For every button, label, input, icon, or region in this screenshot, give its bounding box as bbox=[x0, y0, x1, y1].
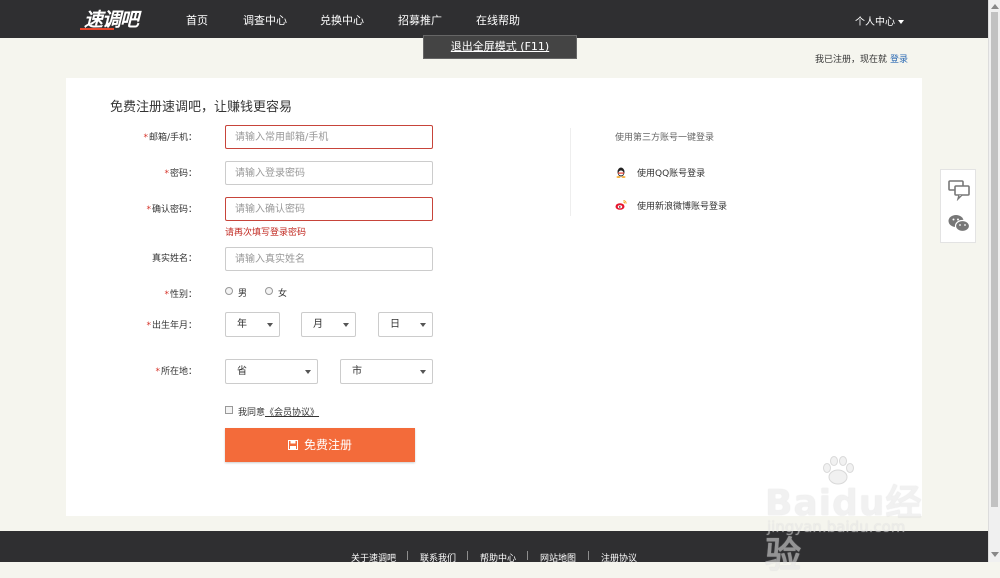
required-mark: * bbox=[155, 367, 160, 377]
register-submit-label: 免费注册 bbox=[303, 438, 352, 452]
wechat-icon[interactable] bbox=[947, 211, 971, 235]
member-agreement-link[interactable]: 《会员协议》 bbox=[265, 408, 319, 418]
email-label-text: 邮箱/手机： bbox=[148, 133, 197, 143]
footer-separator: | bbox=[406, 551, 410, 561]
footer-link-about[interactable]: 关于速调吧 bbox=[351, 551, 396, 564]
dropdown-arrow-icon bbox=[343, 323, 349, 327]
nav-item-recruit[interactable]: 招募推广 bbox=[398, 12, 442, 28]
province-value: 省 bbox=[237, 366, 247, 377]
gender-male-label[interactable]: 男 bbox=[238, 286, 247, 299]
location-label: *所在地： bbox=[97, 364, 197, 377]
gender-female-label[interactable]: 女 bbox=[278, 286, 287, 299]
footer-separator: | bbox=[466, 551, 470, 561]
scroll-up-arrow-icon[interactable] bbox=[991, 4, 999, 9]
city-value: 市 bbox=[352, 366, 362, 377]
gender-female-radio[interactable] bbox=[265, 287, 273, 295]
birth-year-value: 年 bbox=[237, 319, 247, 330]
agree-label: 我同意 bbox=[238, 408, 266, 418]
page-title: 免费注册速调吧，让赚钱更容易 bbox=[110, 100, 293, 115]
login-hint-text: 我已注册，现在就 bbox=[815, 55, 888, 65]
location-label-text: 所在地： bbox=[160, 367, 197, 377]
password-label-text: 密码： bbox=[169, 169, 197, 179]
birth-label-text: 出生年月： bbox=[151, 321, 197, 331]
gender-label-text: 性别： bbox=[169, 290, 197, 300]
realname-label: 真实姓名： bbox=[151, 254, 197, 264]
confirm-password-field[interactable] bbox=[225, 197, 433, 221]
weibo-login-link[interactable]: 使用新浪微博账号登录 bbox=[615, 199, 727, 212]
password-field[interactable] bbox=[225, 161, 433, 185]
qq-icon bbox=[616, 167, 626, 178]
city-select[interactable]: 市 bbox=[340, 359, 433, 384]
confirm-password-label: *确认密码： bbox=[97, 202, 197, 215]
email-field[interactable] bbox=[225, 125, 433, 149]
site-logo[interactable]: 速调吧 bbox=[80, 4, 156, 32]
footer-separator: | bbox=[587, 551, 591, 561]
confirm-password-label-text: 确认密码： bbox=[151, 205, 197, 215]
save-icon bbox=[287, 440, 298, 450]
agree-text: 我同意《会员协议》 bbox=[238, 405, 319, 418]
birth-year-select[interactable]: 年 bbox=[225, 312, 280, 337]
logo-accent-bar bbox=[80, 28, 114, 30]
footer-separator: | bbox=[526, 551, 530, 561]
birth-month-select[interactable]: 月 bbox=[301, 312, 356, 337]
footer-link-sitemap[interactable]: 网站地图 bbox=[540, 551, 576, 564]
birth-month-value: 月 bbox=[313, 319, 323, 330]
feedback-icon[interactable] bbox=[947, 177, 971, 201]
user-center-menu[interactable]: 个人中心 bbox=[855, 13, 904, 28]
footer-link-help[interactable]: 帮助中心 bbox=[480, 551, 516, 564]
required-mark: * bbox=[146, 205, 151, 215]
dropdown-arrow-icon bbox=[420, 323, 426, 327]
watermark-url: jingyan.baidu.com bbox=[767, 518, 906, 536]
nav-item-survey[interactable]: 调查中心 bbox=[243, 12, 287, 28]
agree-checkbox[interactable] bbox=[225, 406, 233, 414]
scroll-down-arrow-icon[interactable] bbox=[991, 552, 999, 557]
province-select[interactable]: 省 bbox=[225, 359, 318, 384]
side-toolbar bbox=[940, 169, 976, 243]
dropdown-arrow-icon bbox=[420, 370, 426, 374]
register-submit-button[interactable]: 免费注册 bbox=[225, 428, 415, 462]
nav-item-home[interactable]: 首页 bbox=[186, 12, 208, 28]
password-label: *密码： bbox=[97, 166, 197, 179]
realname-field[interactable] bbox=[225, 247, 433, 271]
scroll-thumb[interactable] bbox=[991, 12, 998, 507]
dropdown-arrow-icon bbox=[305, 370, 311, 374]
vertical-scrollbar[interactable] bbox=[988, 0, 1000, 562]
weibo-login-label: 使用新浪微博账号登录 bbox=[637, 202, 728, 212]
confirm-password-error: 请再次填写登录密码 bbox=[225, 228, 307, 238]
gender-label: *性别： bbox=[97, 287, 197, 300]
baidu-watermark: Baidu经验 jingyan.baidu.com bbox=[765, 456, 945, 576]
chevron-down-icon bbox=[898, 20, 904, 24]
footer-link-terms[interactable]: 注册协议 bbox=[601, 551, 637, 564]
required-mark: * bbox=[164, 290, 169, 300]
exit-fullscreen-button[interactable]: 退出全屏模式 (F11) bbox=[423, 35, 577, 59]
qq-login-link[interactable]: 使用QQ账号登录 bbox=[615, 166, 705, 179]
exit-fullscreen-label: 退出全屏模式 (F11) bbox=[450, 40, 550, 53]
birth-label: *出生年月： bbox=[97, 318, 197, 331]
dropdown-arrow-icon bbox=[267, 323, 273, 327]
gender-male-radio[interactable] bbox=[225, 287, 233, 295]
footer-link-contact[interactable]: 联系我们 bbox=[420, 551, 456, 564]
required-mark: * bbox=[143, 133, 148, 143]
login-hint: 我已注册，现在就 登录 bbox=[815, 52, 908, 65]
nav-item-help[interactable]: 在线帮助 bbox=[476, 12, 520, 28]
third-party-title: 使用第三方账号一键登录 bbox=[615, 133, 715, 143]
weibo-icon bbox=[615, 200, 627, 210]
birth-day-select[interactable]: 日 bbox=[378, 312, 433, 337]
qq-login-label: 使用QQ账号登录 bbox=[637, 169, 706, 179]
top-nav: 速调吧 首页 调查中心 兑换中心 招募推广 在线帮助 个人中心 bbox=[0, 0, 988, 38]
birth-day-value: 日 bbox=[390, 319, 400, 330]
required-mark: * bbox=[146, 321, 151, 331]
nav-item-exchange[interactable]: 兑换中心 bbox=[320, 12, 364, 28]
email-label: *邮箱/手机： bbox=[97, 130, 197, 143]
login-link[interactable]: 登录 bbox=[890, 55, 908, 65]
required-mark: * bbox=[164, 169, 169, 179]
user-center-label: 个人中心 bbox=[855, 17, 895, 28]
column-divider bbox=[570, 128, 571, 216]
